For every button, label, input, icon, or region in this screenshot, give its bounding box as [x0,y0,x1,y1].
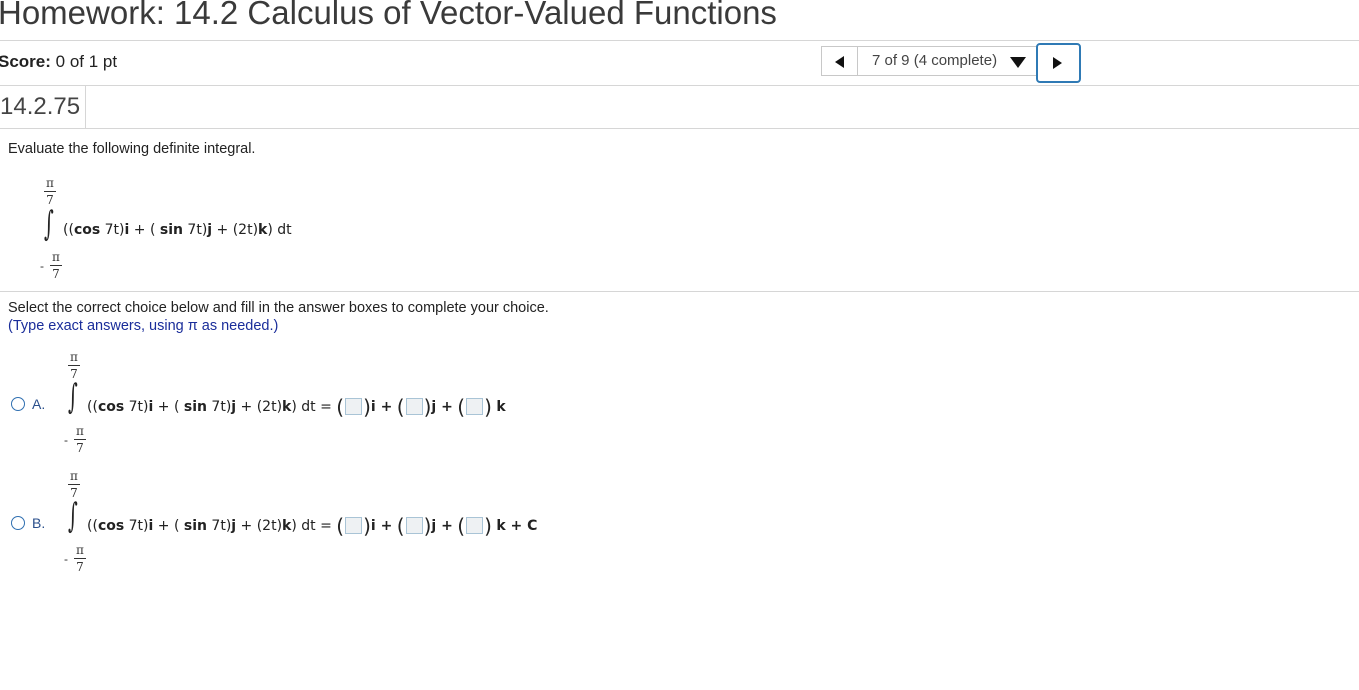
answer-hint: (Type exact answers, using π as needed.) [8,318,279,334]
score: Score: 0 of 1 pt [0,52,117,72]
answer-box-j[interactable] [405,398,423,415]
next-question-button[interactable] [1036,43,1081,83]
answer-box-k[interactable] [466,398,484,415]
option-b-equation: ((cos 7t)i + ( sin 7t)j + (2t)k) dt = ()… [87,514,538,538]
question-number: 14.2.75 [0,86,86,128]
integrand: ((cos 7t)i + ( sin 7t)j + (2t)k) dt [63,222,292,238]
option-b-label: B. [32,515,46,531]
question-selector[interactable]: 7 of 9 (4 complete) [858,46,1036,76]
divider [0,291,1359,292]
question-position: 7 of 9 (4 complete) [872,52,998,69]
integral-sign: ∫ [43,204,54,244]
answer-box-k[interactable] [466,517,484,534]
minus-sign: - [64,433,68,447]
option-a-equation: ((cos 7t)i + ( sin 7t)j + (2t)k) dt = ()… [87,395,506,419]
integral-sign: ∫ [67,377,78,417]
answer-box-i[interactable] [345,398,363,415]
divider [0,40,1359,41]
page-title: Homework: 14.2 Calculus of Vector-Valued… [0,0,777,31]
minus-sign: - [64,552,68,566]
option-b-lower-limit: π7 [74,543,86,574]
minus-sign: - [40,259,44,273]
triangle-right-icon [1053,57,1062,69]
triangle-left-icon [835,56,844,68]
option-a-label: A. [32,396,46,412]
instruction: Select the correct choice below and fill… [8,300,549,316]
divider [0,128,1359,129]
integral-sign: ∫ [67,496,78,536]
upper-limit: π7 [44,176,56,207]
answer-box-i[interactable] [345,517,363,534]
option-b-radio[interactable] [11,516,25,530]
score-value: 0 of 1 pt [55,52,118,71]
previous-question-button[interactable] [821,46,858,76]
answer-box-j[interactable] [405,517,423,534]
triangle-down-icon [1010,57,1026,68]
option-a-lower-limit: π7 [74,424,86,455]
lower-limit: π7 [50,250,62,281]
score-label: Score: [0,52,51,71]
divider [0,85,1359,86]
question-prompt: Evaluate the following definite integral… [8,141,256,157]
option-a-radio[interactable] [11,397,25,411]
